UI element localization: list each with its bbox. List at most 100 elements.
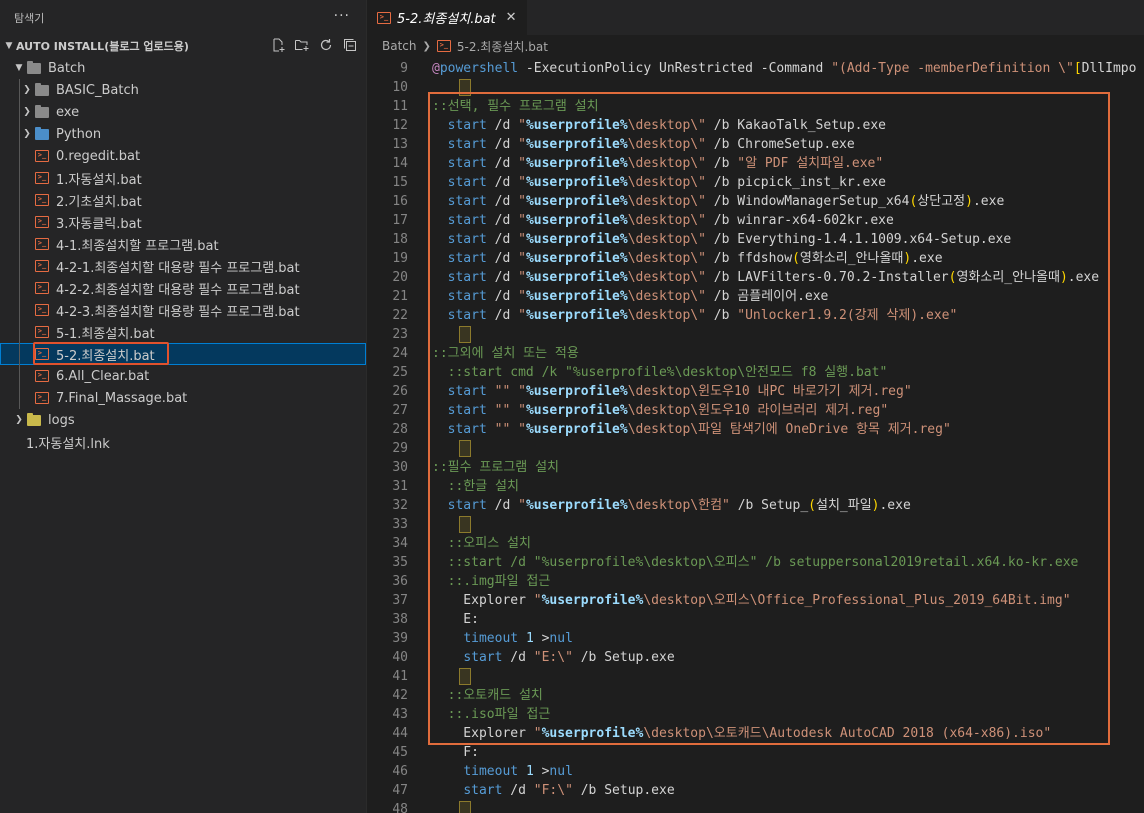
new-folder-icon[interactable] (294, 37, 310, 53)
line-number: 10 (392, 80, 408, 95)
line-number: 42 (392, 688, 408, 703)
code-text: start /d "%userprofile%\desktop\" /b "알 … (408, 154, 884, 173)
code-token: %userprofile% (525, 213, 628, 228)
code-token: ::.img파일 접근 (447, 574, 551, 589)
code-token: \desktop\파일 탐색기에 OneDrive 항목 제거.reg" (627, 422, 951, 437)
code-line: 15 start /d "%userprofile%\desktop\" /b … (367, 173, 1144, 192)
tree-file[interactable]: >_ 1.자동설치.bat (0, 167, 366, 189)
code-token: " (518, 289, 526, 304)
tree-file[interactable]: >_ 2.기초설치.bat (0, 189, 366, 211)
code-token: \desktop\오토캐드\Autodesk AutoCAD 2018 (x64… (643, 726, 1052, 741)
new-file-icon[interactable] (270, 37, 286, 53)
code-token: start (447, 403, 487, 418)
code-token: /d (486, 270, 519, 285)
code-line: 23 (367, 325, 1144, 344)
empty-line-marker (459, 326, 471, 343)
code-token: " (518, 403, 526, 418)
bat-file-icon: >_ (34, 303, 50, 317)
tab-bar: >_ 5-2.최종설치.bat ✕ (367, 0, 1144, 35)
indent-guide (19, 189, 20, 211)
tree-file[interactable]: >_ 6.All_Clear.bat (0, 365, 366, 387)
line-number: 36 (392, 574, 408, 589)
refresh-icon[interactable] (318, 37, 334, 53)
code-line: 22 start /d "%userprofile%\desktop\" /b … (367, 306, 1144, 325)
code-token: start (447, 213, 487, 228)
tree-file[interactable]: >_ 4-2-2.최종설치할 대용량 필수 프로그램.bat (0, 277, 366, 299)
breadcrumb-folder[interactable]: Batch (382, 39, 417, 53)
line-number: 29 (392, 441, 408, 456)
code-line: 34 ::오피스 설치 (367, 534, 1144, 553)
tree-folder[interactable]: ❯ Python (0, 123, 366, 145)
code-line: 9 @powershell -ExecutionPolicy UnRestrict… (367, 59, 1144, 78)
tree-folder[interactable]: ❯ logs (0, 409, 366, 431)
line-number: 22 (392, 308, 408, 323)
tree-file[interactable]: >_ 5-2.최종설치.bat (0, 343, 366, 365)
code-token: start (447, 289, 487, 304)
tree-file[interactable]: >_ 7.Final_Massage.bat (0, 387, 366, 409)
code-text: start /d "%userprofile%\desktop\" /b Win… (408, 192, 1005, 211)
tree-file[interactable]: >_ 5-1.최종설치.bat (0, 321, 366, 343)
code-token: /d (486, 251, 519, 266)
indent-guide (19, 79, 20, 101)
bat-file-icon: >_ (34, 325, 50, 339)
line-number: 35 (392, 555, 408, 570)
folder-icon (34, 82, 50, 97)
tree-folder[interactable]: ❯ BASIC_Batch (0, 79, 366, 101)
code-token: nul (549, 764, 573, 779)
code-text: start /d "%userprofile%\desktop\" /b ffd… (408, 249, 943, 268)
indent-guide (19, 167, 20, 189)
code-token: "(Add-Type -memberDefinition \" (831, 61, 1074, 76)
code-text: Explorer "%userprofile%\desktop\오피스\Offi… (408, 591, 1070, 610)
code-token: ::오피스 설치 (447, 536, 531, 551)
explorer-title: 탐색기 (14, 11, 45, 25)
collapse-all-icon[interactable] (342, 37, 358, 53)
code-token: /b 곰플레이어.exe (705, 289, 829, 304)
code-line: 20 start /d "%userprofile%\desktop\" /b … (367, 268, 1144, 287)
code-token: ::선택, 필수 프로그램 설치 (432, 99, 599, 114)
tree-file[interactable]: >_ 3.자동클릭.bat (0, 211, 366, 233)
tree-item-label: logs (48, 412, 75, 428)
code-line: 38 E: (367, 610, 1144, 629)
code-token: DllImpo (1081, 61, 1137, 76)
breadcrumb-file[interactable]: 5-2.최종설치.bat (457, 38, 548, 55)
empty-line-marker (459, 79, 471, 96)
tree-file[interactable]: 1.자동설치.lnk (0, 431, 366, 453)
tree-item-label: 2.기초설치.bat (56, 194, 142, 210)
more-actions-icon[interactable]: ··· (334, 8, 350, 24)
code-token: "알 PDF 설치파일.exe" (737, 156, 884, 171)
workspace-section-header[interactable]: ▼ AUTO INSTALL(블로그 업로드용) (0, 35, 366, 57)
bat-file-icon: >_ (34, 193, 50, 207)
file-tree: ▼ Batch ❯ BASIC_Batch ❯ exe ❯ Python >_ 0.regedit… (0, 57, 366, 453)
code-line: 27 start "" "%userprofile%\desktop\윈도우10… (367, 401, 1144, 420)
code-token: Explorer (432, 593, 534, 608)
tree-file[interactable]: >_ 4-2-3.최종설치할 대용량 필수 프로그램.bat (0, 299, 366, 321)
code-token: " (518, 270, 526, 285)
tree-folder[interactable]: ▼ Batch (0, 57, 366, 79)
tree-file[interactable]: >_ 0.regedit.bat (0, 145, 366, 167)
code-editor[interactable]: 9 @powershell -ExecutionPolicy UnRestrict… (367, 59, 1144, 813)
code-text: start /d "%userprofile%\desktop\" /b Eve… (408, 230, 1012, 249)
tree-file[interactable]: >_ 4-2-1.최종설치할 대용량 필수 프로그램.bat (0, 255, 366, 277)
code-token: \desktop\" (627, 137, 706, 152)
tree-folder[interactable]: ❯ exe (0, 101, 366, 123)
code-text: @powershell -ExecutionPolicy UnRestricte… (408, 59, 1136, 78)
line-number: 31 (392, 479, 408, 494)
line-number: 13 (392, 137, 408, 152)
close-icon[interactable]: ✕ (506, 10, 517, 25)
code-token: " (518, 232, 526, 247)
tree-file[interactable]: >_ 4-1.최종설치할 프로그램.bat (0, 233, 366, 255)
code-text: start /d "%userprofile%\desktop\한컴" /b S… (408, 496, 911, 515)
code-line: 26 start "" "%userprofile%\desktop\윈도우10… (367, 382, 1144, 401)
code-token: /b (705, 308, 738, 323)
tab-active-file[interactable]: >_ 5-2.최종설치.bat ✕ (367, 0, 527, 35)
